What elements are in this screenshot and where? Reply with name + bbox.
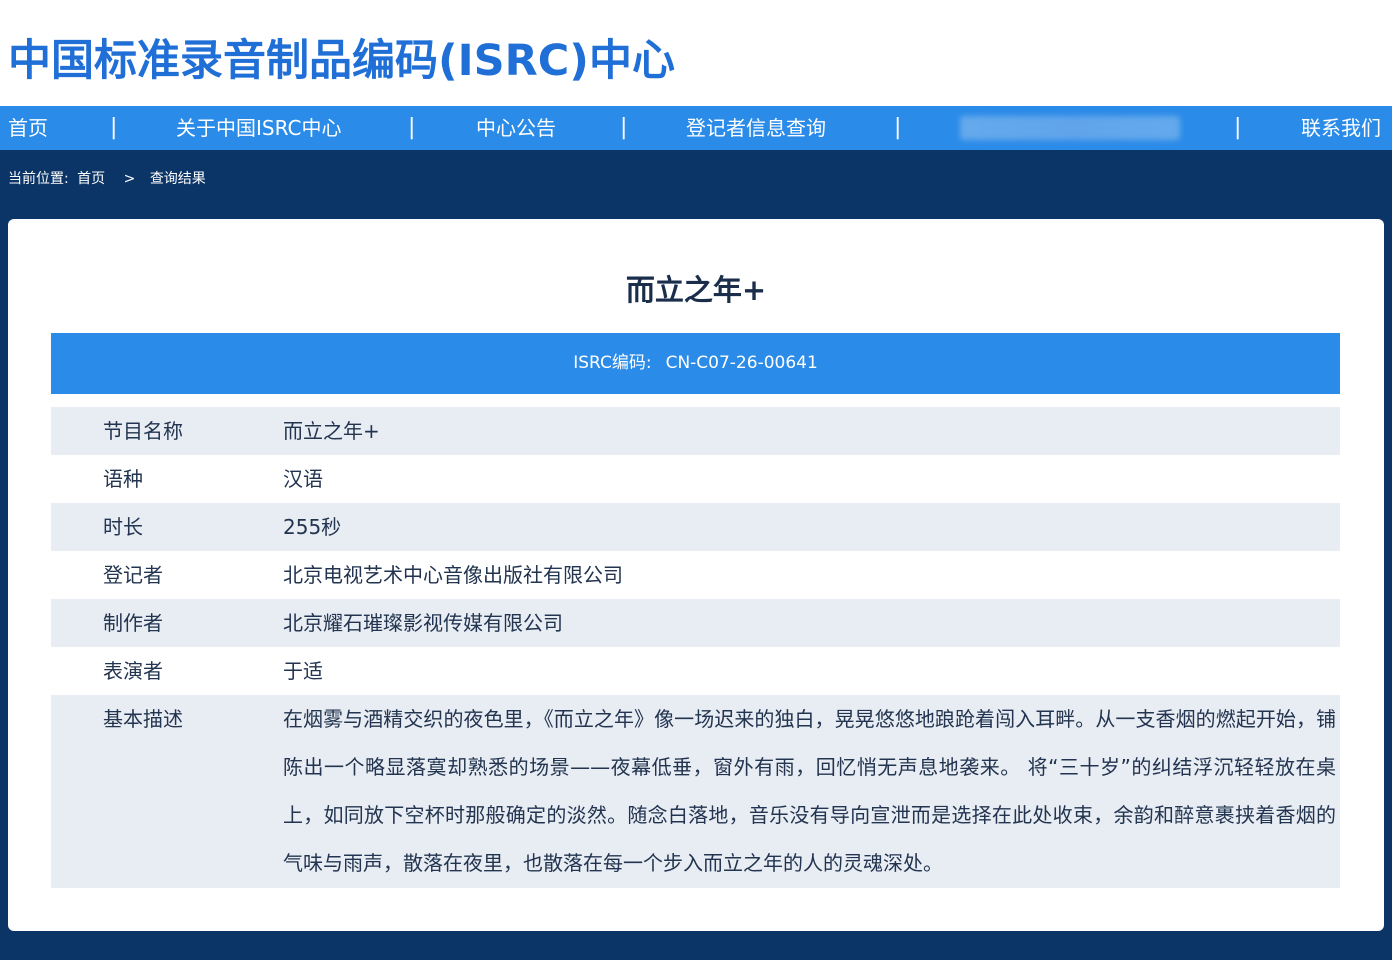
nav-item-about[interactable]: 关于中国ISRC中心 bbox=[176, 106, 341, 150]
field-label: 登记者 bbox=[103, 563, 163, 587]
result-panel: 而立之年+ ISRC编码: CN-C07-26-00641 节目名称 而立之年+ … bbox=[8, 219, 1384, 931]
field-label: 时长 bbox=[103, 515, 143, 539]
isrc-label: ISRC编码: bbox=[573, 353, 652, 373]
nav-separator: | bbox=[1234, 115, 1242, 140]
field-value: 而立之年+ bbox=[283, 419, 380, 443]
breadcrumb-current: 查询结果 bbox=[149, 171, 206, 187]
table-row: 时长 255秒 bbox=[51, 503, 1340, 551]
table-row: 制作者 北京耀石璀璨影视传媒有限公司 bbox=[51, 599, 1340, 647]
field-label: 语种 bbox=[103, 467, 143, 491]
nav-separator: | bbox=[620, 115, 628, 140]
isrc-code-bar: ISRC编码: CN-C07-26-00641 bbox=[51, 333, 1340, 394]
site-title[interactable]: 中国标准录音制品编码(ISRC)中心 bbox=[8, 26, 675, 88]
field-label: 基本描述 bbox=[103, 707, 183, 731]
breadcrumb-prefix: 当前位置: bbox=[8, 171, 69, 187]
field-label: 表演者 bbox=[103, 659, 163, 683]
record-title: 而立之年+ bbox=[625, 273, 767, 307]
breadcrumb-home-link[interactable]: 首页 bbox=[77, 171, 105, 187]
breadcrumb-arrow: > bbox=[123, 171, 136, 187]
main-nav: 首页 | 关于中国ISRC中心 | 中心公告 | 登记者信息查询 | | 联系我… bbox=[0, 106, 1392, 150]
field-value: 汉语 bbox=[283, 467, 323, 491]
field-value: 北京电视艺术中心音像出版社有限公司 bbox=[283, 563, 623, 587]
site-header: 中国标准录音制品编码(ISRC)中心 bbox=[0, 0, 1392, 106]
nav-item-registrant-search[interactable]: 登记者信息查询 bbox=[686, 106, 826, 150]
record-info-table: 节目名称 而立之年+ 语种 汉语 时长 255秒 登记者 北京电视艺术中心音像出… bbox=[51, 407, 1340, 888]
nav-separator: | bbox=[894, 115, 902, 140]
breadcrumb: 当前位置: 首页 > 查询结果 bbox=[8, 168, 210, 188]
field-value: 北京耀石璀璨影视传媒有限公司 bbox=[283, 611, 563, 635]
table-row: 基本描述 在烟雾与酒精交织的夜色里，《而立之年》像一场迟来的独白，晃晃悠悠地踉跄… bbox=[51, 695, 1340, 888]
field-label: 制作者 bbox=[103, 611, 163, 635]
nav-separator: | bbox=[408, 115, 416, 140]
table-row: 登记者 北京电视艺术中心音像出版社有限公司 bbox=[51, 551, 1340, 599]
table-row: 表演者 于适 bbox=[51, 647, 1340, 695]
nav-separator: | bbox=[110, 115, 118, 140]
nav-item-obscured[interactable] bbox=[960, 116, 1180, 140]
nav-item-contact[interactable]: 联系我们 bbox=[1301, 106, 1381, 150]
nav-item-home[interactable]: 首页 bbox=[8, 106, 48, 150]
nav-item-announcements[interactable]: 中心公告 bbox=[476, 106, 556, 150]
field-value-description: 在烟雾与酒精交织的夜色里，《而立之年》像一场迟来的独白，晃晃悠悠地踉跄着闯入耳畔… bbox=[283, 707, 1336, 875]
field-label: 节目名称 bbox=[103, 419, 183, 443]
field-value: 255秒 bbox=[283, 515, 342, 539]
field-value: 于适 bbox=[283, 659, 323, 683]
table-row: 节目名称 而立之年+ bbox=[51, 407, 1340, 455]
table-row: 语种 汉语 bbox=[51, 455, 1340, 503]
isrc-value: CN-C07-26-00641 bbox=[665, 353, 818, 373]
